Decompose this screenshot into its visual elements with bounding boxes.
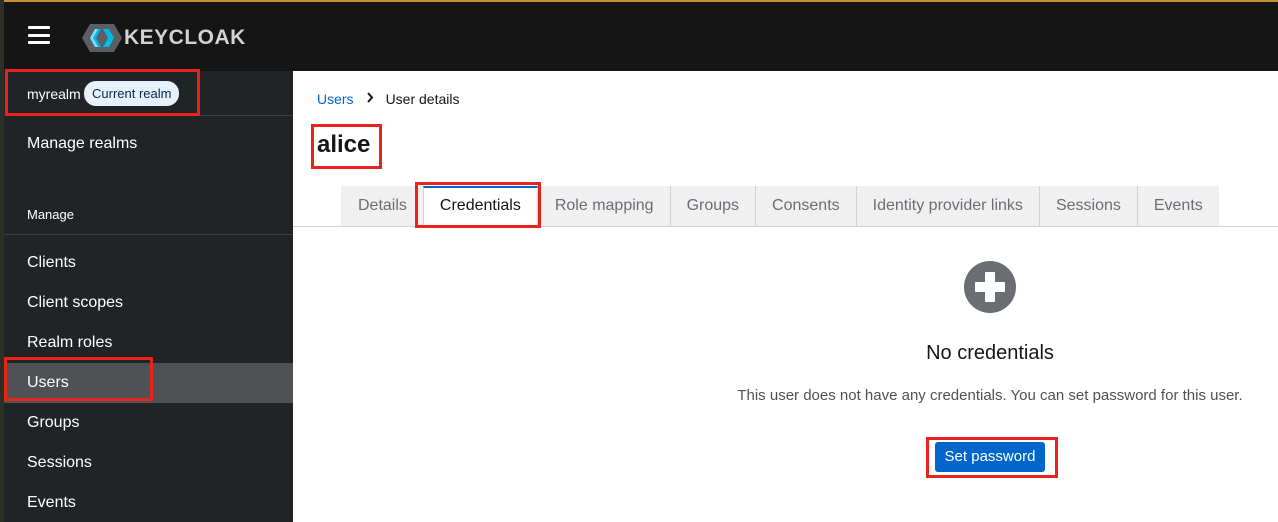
sidebar-section-manage: Manage bbox=[27, 207, 74, 222]
tab-identity-provider-links[interactable]: Identity provider links bbox=[855, 186, 1039, 226]
tab-divider bbox=[293, 226, 1278, 227]
sidebar-item-events[interactable]: Events bbox=[4, 483, 293, 522]
tab-groups[interactable]: Groups bbox=[669, 186, 756, 226]
main-content: Users User details alice Details Credent… bbox=[293, 71, 1278, 522]
keycloak-logo-icon bbox=[82, 24, 122, 52]
tab-role-mapping[interactable]: Role mapping bbox=[537, 186, 670, 226]
masthead: KEYCLOAK bbox=[4, 2, 1278, 71]
tab-credentials[interactable]: Credentials bbox=[422, 186, 538, 226]
sidebar-divider bbox=[4, 234, 293, 235]
breadcrumb-users-link[interactable]: Users bbox=[317, 91, 354, 107]
tab-details[interactable]: Details bbox=[341, 186, 423, 226]
user-tabs: Details Credentials Role mapping Groups … bbox=[341, 186, 1219, 226]
realm-selector[interactable]: myrealm Current realm bbox=[4, 71, 293, 116]
current-realm-badge: Current realm bbox=[84, 81, 180, 106]
empty-state-body: This user does not have any credentials.… bbox=[737, 387, 1243, 404]
set-password-button[interactable]: Set password bbox=[935, 442, 1045, 472]
sidebar-item-clients[interactable]: Clients bbox=[4, 243, 293, 283]
page-title: alice bbox=[317, 131, 371, 158]
chevron-right-icon bbox=[366, 92, 374, 106]
sidebar: myrealm Current realm Manage realms Mana… bbox=[4, 71, 293, 522]
breadcrumb: Users User details bbox=[317, 91, 459, 107]
keycloak-logo[interactable]: KEYCLOAK bbox=[82, 24, 246, 52]
empty-state-title: No credentials bbox=[926, 342, 1054, 364]
sidebar-item-users[interactable]: Users bbox=[4, 363, 293, 403]
breadcrumb-current: User details bbox=[385, 91, 460, 107]
realm-name: myrealm bbox=[27, 86, 81, 102]
app-window: KEYCLOAK myrealm Current realm Manage re… bbox=[0, 0, 1278, 522]
hamburger-menu-icon[interactable] bbox=[28, 26, 50, 44]
logo-text: KEYCLOAK bbox=[124, 26, 246, 49]
sidebar-item-client-scopes[interactable]: Client scopes bbox=[4, 283, 293, 323]
tab-consents[interactable]: Consents bbox=[755, 186, 856, 226]
sidebar-item-groups[interactable]: Groups bbox=[4, 403, 293, 443]
tab-sessions[interactable]: Sessions bbox=[1038, 186, 1137, 226]
plus-circle-icon bbox=[964, 261, 1016, 313]
tab-events[interactable]: Events bbox=[1136, 186, 1219, 226]
sidebar-item-realm-roles[interactable]: Realm roles bbox=[4, 323, 293, 363]
sidebar-item-sessions[interactable]: Sessions bbox=[4, 443, 293, 483]
sidebar-item-manage-realms[interactable]: Manage realms bbox=[4, 124, 293, 164]
